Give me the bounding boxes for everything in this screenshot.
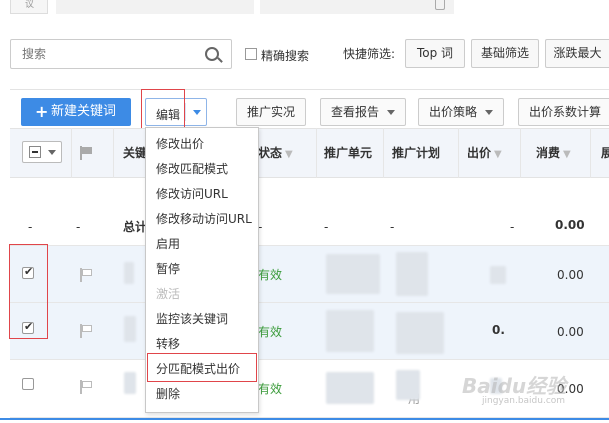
select-all-dropdown[interactable] [22,141,62,163]
edit-separator [185,103,186,121]
chevron-down-icon [387,110,395,115]
table-row[interactable]: 有效 0. 0.00 [10,303,609,360]
header-bid[interactable]: 出价 ▼ [467,144,502,161]
top-words-filter-button[interactable]: Top 词 [405,39,465,68]
bid-calculator-button[interactable]: 出价系数计算器 [518,98,609,145]
menu-item-activate: 激活 [156,287,181,301]
table-row[interactable]: 有效 0.00 [10,246,609,303]
sort-icon[interactable]: ▼ [285,149,293,160]
blurred-plan [396,312,444,354]
spend-cell: 0.00 [557,268,584,282]
top-input-1[interactable] [56,0,254,14]
menu-item-pause[interactable]: 暂停 [146,257,258,282]
flag-icon[interactable] [80,268,92,282]
total-spend: 0.00 [555,218,585,232]
total-dash: - [28,220,33,234]
blurred-keyword [124,316,136,342]
blurred-keyword [124,372,136,394]
header-impressions[interactable]: 展 [601,144,609,161]
view-report-button[interactable]: 查看报告 [320,98,406,126]
bottom-accent-line [0,418,609,420]
total-row: - - 总计 - - - - 0.00 [10,178,609,246]
top-strip: 议 [0,0,609,18]
chevron-down-icon [485,110,493,115]
row-checkbox[interactable] [22,378,34,390]
bid-cell: 0. [492,323,505,337]
bid-strategy-button[interactable]: 出价策略 [418,98,504,126]
status-cell: 有效 [258,382,283,396]
new-keyword-label: 新建关键词 [51,104,117,119]
header-bid-label: 出价 [467,146,492,160]
sort-icon[interactable]: ▼ [563,149,571,160]
new-keyword-button[interactable]: + 新建关键词 [21,98,131,126]
promo-status-label: 推广实况 [247,105,296,119]
search-icon[interactable] [205,47,219,61]
search-input[interactable] [10,39,232,69]
menu-item-delete[interactable]: 删除 [146,382,258,407]
blurred-unit [326,372,374,404]
header-status-label: 状态 [258,146,283,160]
chevron-down-icon[interactable] [193,110,201,115]
blurred-unit [326,310,374,352]
menu-item-modify-match-mode[interactable]: 修改匹配模式 [146,157,258,182]
selected-rows-highlight-box [9,244,48,339]
total-dash: - [390,220,395,234]
header-spend-label: 消费 [536,146,561,160]
view-report-label: 查看报告 [331,105,380,119]
menu-item-modify-bid[interactable]: 修改出价 [146,132,258,157]
blurred-plan [396,252,428,296]
header-unit[interactable]: 推广单元 [324,144,372,161]
blurred-keyword [124,262,134,284]
spend-cell: 0.00 [557,325,584,339]
status-cell: 有效 [258,268,283,282]
watermark: Baidu经验 [462,374,567,398]
blurred-unit [326,254,380,294]
menu-item-monitor-keyword[interactable]: 监控该关键词 [146,307,258,332]
header-spend[interactable]: 消费 ▼ [536,144,571,161]
total-dash: - [76,220,81,234]
flag-icon[interactable] [80,380,92,394]
header-keyword[interactable]: 关键 [123,144,147,161]
total-label: 总计 [123,220,148,234]
edit-highlight-box [141,89,185,130]
phone-icon [435,0,445,10]
top-field[interactable]: 议 [10,0,48,14]
status-cell: 有效 [258,325,283,339]
total-dash: - [510,220,515,234]
header-status[interactable]: 状态 ▼ [258,144,293,161]
basic-filter-button[interactable]: 基础筛选 [471,39,539,68]
quick-filter-label: 快捷筛选: [343,47,396,61]
toolbar-divider [10,89,609,90]
chevron-down-icon[interactable] [48,150,56,155]
top-input-2[interactable] [260,0,454,14]
menu-item-highlight-box [147,353,257,382]
menu-item-modify-url[interactable]: 修改访问URL [146,182,258,207]
blurred-bid [490,266,506,284]
watermark-url: jingyan.baidu.com [482,396,566,406]
plus-icon: + [35,102,49,121]
exact-search-checkbox[interactable] [245,48,257,60]
flag-icon[interactable] [80,324,92,338]
total-dash: - [324,220,329,234]
menu-item-modify-mobile-url[interactable]: 修改移动访问URL [146,207,258,232]
biggest-change-filter-button[interactable]: 涨跌最大 [545,39,609,68]
flag-icon [80,146,92,160]
header-plan[interactable]: 推广计划 [392,144,440,161]
blurred-plan [396,370,420,400]
sort-icon[interactable]: ▼ [494,149,502,160]
promo-status-button[interactable]: 推广实况 [236,98,306,126]
menu-item-enable[interactable]: 启用 [146,232,258,257]
select-all-checkbox[interactable] [29,146,41,158]
exact-search-label: 精确搜索 [261,49,310,63]
bid-strategy-label: 出价策略 [429,105,478,119]
